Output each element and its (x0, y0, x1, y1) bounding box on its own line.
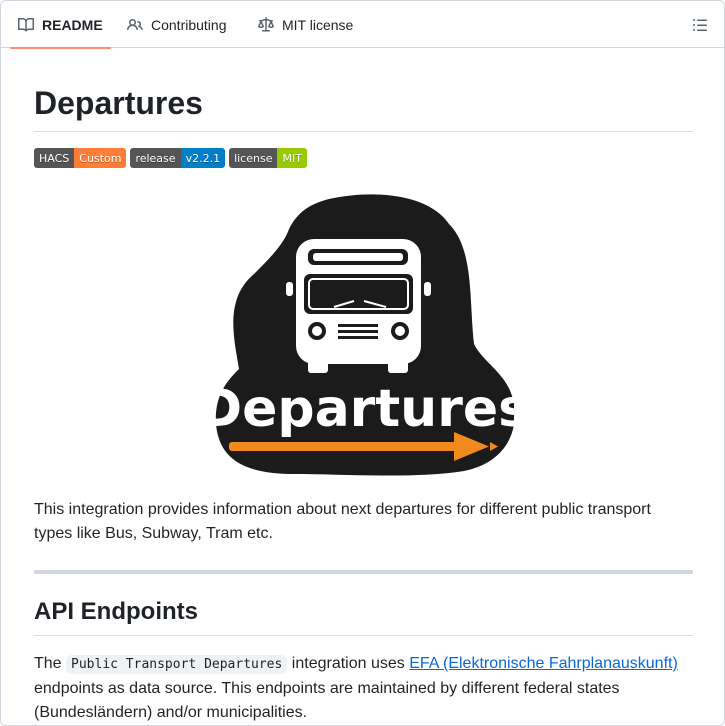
tab-contributing-label: Contributing (151, 16, 227, 33)
section-heading-api-endpoints: API Endpoints (34, 597, 693, 636)
badge-value: v2.2.1 (180, 148, 226, 168)
section-divider (34, 570, 693, 574)
release-badge[interactable]: release v2.2.1 (130, 148, 226, 168)
api-text-post: endpoints as data source. This endpoints… (34, 680, 620, 721)
badge-value: Custom (74, 148, 127, 168)
hacs-badge[interactable]: HACS Custom (34, 148, 127, 168)
list-unordered-icon (693, 19, 707, 31)
efa-link[interactable]: EFA (Elektronische Fahrplanauskunft) (409, 655, 678, 672)
badge-row: HACS Custom release v2.2.1 license MIT (34, 148, 307, 168)
badge-label: HACS (34, 148, 75, 168)
readme-title: Departures (34, 83, 693, 132)
tab-readme[interactable]: README (10, 1, 111, 49)
law-icon (258, 16, 274, 31)
readme-panel: README Contributing MIT license Departur… (0, 0, 725, 726)
logo-wordmark: Departures (214, 379, 514, 439)
tab-readme-label: README (42, 16, 103, 33)
api-paragraph: The Public Transport Departures integrat… (34, 652, 693, 725)
badge-label: release (130, 148, 181, 168)
people-icon (127, 18, 143, 30)
inline-code: Public Transport Departures (66, 655, 288, 674)
book-icon (18, 17, 34, 31)
tab-contributing[interactable]: Contributing (127, 1, 227, 48)
api-text-pre: The (34, 655, 67, 672)
api-text-mid: integration uses (287, 655, 410, 672)
readme-tab-bar: README Contributing MIT license (1, 1, 724, 49)
license-badge[interactable]: license MIT (229, 148, 307, 168)
departures-logo: Departures (214, 194, 514, 476)
outline-button[interactable] (688, 13, 712, 37)
tab-license-label: MIT license (282, 16, 354, 33)
badge-value: MIT (277, 148, 307, 168)
badge-label: license (229, 148, 278, 168)
tab-license[interactable]: MIT license (258, 1, 353, 48)
intro-paragraph: This integration provides information ab… (34, 501, 651, 542)
